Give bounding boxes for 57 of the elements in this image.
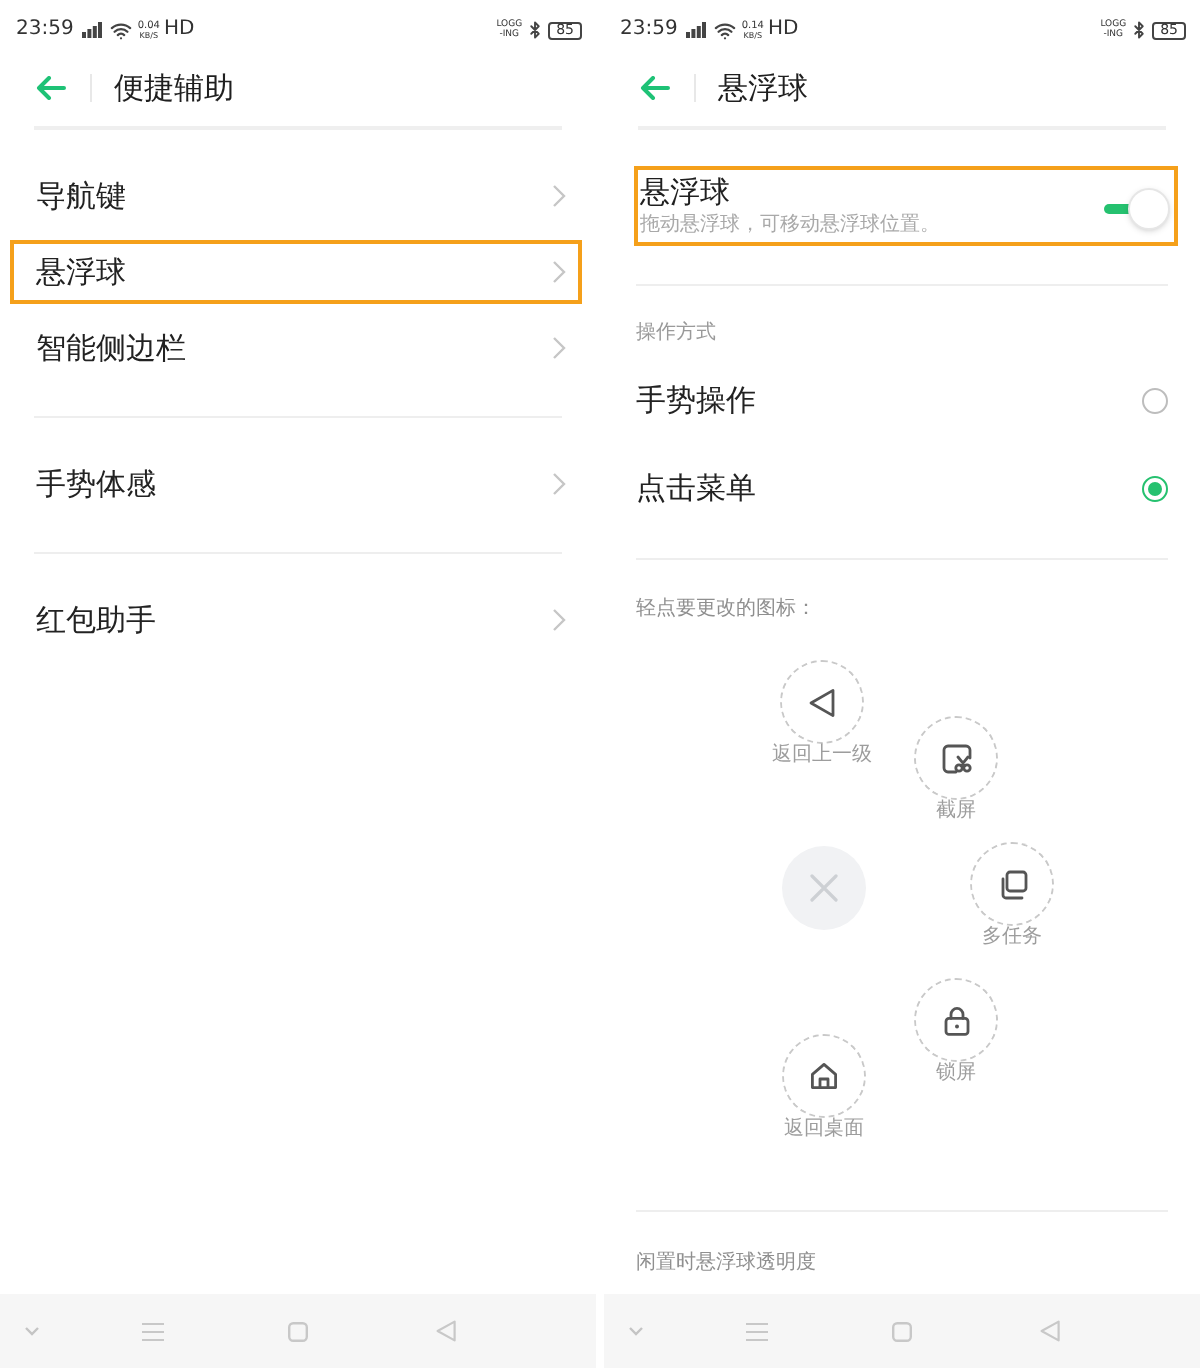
shortcut-label: 多任务 <box>980 926 1044 950</box>
menu-item[interactable]: 导航键 <box>10 164 582 228</box>
scissors-frame-icon <box>941 743 971 773</box>
chevron-down-icon[interactable] <box>628 1326 644 1336</box>
square-icon[interactable] <box>892 1321 912 1341</box>
toggle-switch[interactable] <box>1104 188 1170 230</box>
section-label: 轻点要更改的图标： <box>636 596 816 622</box>
wifi-icon <box>109 19 132 41</box>
status-time: 23:59 <box>620 20 678 40</box>
close-icon <box>810 874 838 902</box>
chevron-right-icon <box>552 184 566 208</box>
triangle-left-icon <box>808 687 836 717</box>
shortcut-slot[interactable] <box>914 716 998 800</box>
shortcut-slot[interactable] <box>780 660 864 744</box>
back-arrow-icon[interactable] <box>640 76 670 100</box>
status-time: 23:59 <box>16 20 74 40</box>
network-type: HD <box>767 20 799 40</box>
page-title: 悬浮球 <box>718 73 808 103</box>
shortcut-label: 返回上一级 <box>770 744 874 768</box>
signal-icon <box>685 22 706 38</box>
page-title: 便捷辅助 <box>114 73 234 103</box>
section-label: 闲置时悬浮球透明度 <box>636 1250 816 1276</box>
wifi-icon <box>713 19 736 41</box>
shortcut-slot[interactable] <box>970 842 1054 926</box>
square-icon[interactable] <box>288 1321 308 1341</box>
menu-item[interactable]: 手势体感 <box>10 452 582 516</box>
setting-title: 悬浮球 <box>640 174 732 210</box>
chevron-down-icon[interactable] <box>24 1326 40 1336</box>
chevron-right-icon <box>552 472 566 496</box>
chevron-right-icon <box>552 336 566 360</box>
bluetooth-icon <box>526 20 545 40</box>
shortcut-slot[interactable] <box>782 1034 866 1118</box>
radio-option[interactable]: 点击菜单 <box>604 444 1200 532</box>
signal-icon <box>81 22 102 38</box>
menu-icon[interactable] <box>142 1321 164 1341</box>
section-label: 操作方式 <box>636 320 716 346</box>
setting-description: 拖动悬浮球，可移动悬浮球位置。 <box>640 212 940 238</box>
shortcut-label: 截屏 <box>934 800 978 824</box>
chevron-right-icon <box>552 260 566 284</box>
shortcut-slot[interactable] <box>914 978 998 1062</box>
menu-icon[interactable] <box>746 1321 768 1341</box>
close-button[interactable] <box>782 846 866 930</box>
back-arrow-icon[interactable] <box>36 76 66 100</box>
lock-icon <box>943 1005 969 1035</box>
house-icon <box>810 1062 838 1090</box>
back-triangle-icon[interactable] <box>1040 1320 1060 1342</box>
menu-item[interactable]: 智能侧边栏 <box>10 316 582 380</box>
radio-option[interactable]: 手势操作 <box>604 356 1200 444</box>
stacked-squares-icon <box>997 869 1027 899</box>
network-type: HD <box>163 20 195 40</box>
chevron-right-icon <box>552 608 566 632</box>
menu-item[interactable]: 悬浮球 <box>10 240 582 304</box>
shortcut-label: 返回桌面 <box>782 1118 866 1142</box>
menu-item[interactable]: 红包助手 <box>10 588 582 652</box>
back-triangle-icon[interactable] <box>436 1320 456 1342</box>
shortcut-label: 锁屏 <box>934 1062 978 1086</box>
bluetooth-icon <box>1130 20 1149 40</box>
